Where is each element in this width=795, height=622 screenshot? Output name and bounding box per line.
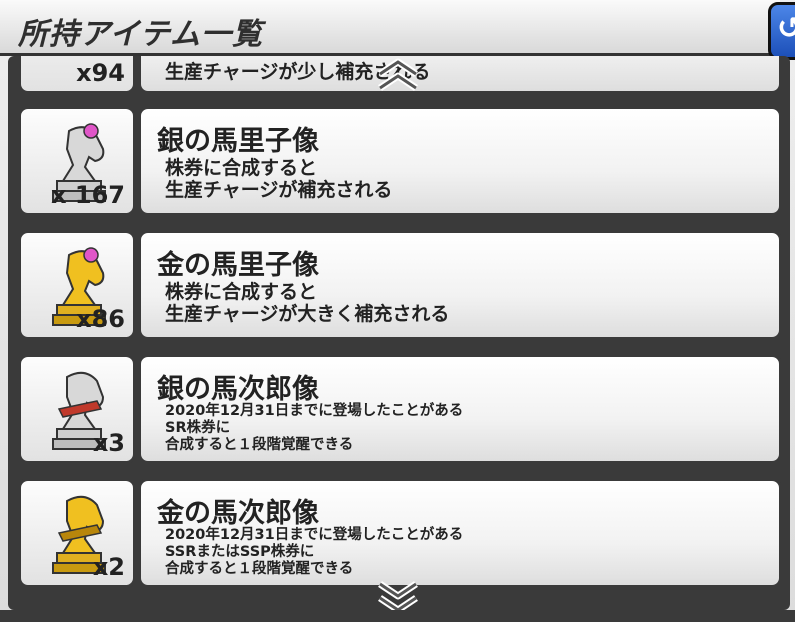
list-item[interactable]: x3 銀の馬次郎像 2020年12月31日までに登場したことがある SR株券に … bbox=[18, 354, 782, 464]
page-title: 所持アイテム一覧 bbox=[18, 17, 263, 52]
close-button[interactable]: ↺ bbox=[768, 2, 795, 60]
item-card: 金の馬里子像 株券に合成すると 生産チャージが大きく補充される bbox=[138, 230, 782, 340]
item-card: 銀の馬次郎像 2020年12月31日までに登場したことがある SR株券に 合成す… bbox=[138, 354, 782, 464]
item-quantity: x 167 bbox=[51, 181, 125, 209]
footer-divider bbox=[0, 610, 795, 622]
item-name: 金の馬里子像 bbox=[157, 250, 319, 281]
item-card: 銀の馬里子像 株券に合成すると 生産チャージが補充される bbox=[138, 106, 782, 216]
item-name: 銀の馬次郎像 bbox=[157, 374, 319, 405]
item-description: 2020年12月31日までに登場したことがある SR株券に 合成すると１段階覚醒… bbox=[165, 403, 464, 453]
item-description: 2020年12月31日までに登場したことがある SSRまたはSSP株券に 合成す… bbox=[165, 527, 464, 577]
item-thumbnail: x 167 bbox=[18, 106, 136, 216]
item-description: 株券に合成すると 生産チャージが大きく補充される bbox=[165, 281, 450, 325]
item-list[interactable]: x94 生産チャージが少し補充される x 167 銀の馬里子像 株券に合成すると… bbox=[8, 56, 790, 610]
item-quantity: x2 bbox=[92, 553, 125, 581]
item-list-panel: 所持アイテム一覧 ↺ x94 生産チャージが少し補充される x 167 銀の馬里… bbox=[0, 0, 795, 622]
item-thumbnail: x2 bbox=[18, 478, 136, 588]
item-name: 銀の馬里子像 bbox=[157, 126, 319, 157]
item-thumbnail: x94 bbox=[18, 56, 136, 94]
scroll-down-icon[interactable] bbox=[376, 580, 420, 614]
list-item[interactable]: x86 金の馬里子像 株券に合成すると 生産チャージが大きく補充される bbox=[18, 230, 782, 340]
item-quantity: x94 bbox=[76, 59, 125, 87]
header-bar: 所持アイテム一覧 bbox=[0, 0, 780, 56]
item-name: 金の馬次郎像 bbox=[157, 498, 319, 529]
item-description: 株券に合成すると 生産チャージが補充される bbox=[165, 157, 393, 201]
close-icon: ↺ bbox=[777, 11, 795, 46]
item-quantity: x86 bbox=[76, 305, 125, 333]
item-thumbnail: x3 bbox=[18, 354, 136, 464]
list-item[interactable]: x2 金の馬次郎像 2020年12月31日までに登場したことがある SSRまたは… bbox=[18, 478, 782, 588]
scroll-up-icon[interactable] bbox=[376, 58, 420, 92]
item-thumbnail: x86 bbox=[18, 230, 136, 340]
item-quantity: x3 bbox=[92, 429, 125, 457]
item-card: 金の馬次郎像 2020年12月31日までに登場したことがある SSRまたはSSP… bbox=[138, 478, 782, 588]
item-card: 生産チャージが少し補充される bbox=[138, 56, 782, 94]
list-item[interactable]: x 167 銀の馬里子像 株券に合成すると 生産チャージが補充される bbox=[18, 106, 782, 216]
